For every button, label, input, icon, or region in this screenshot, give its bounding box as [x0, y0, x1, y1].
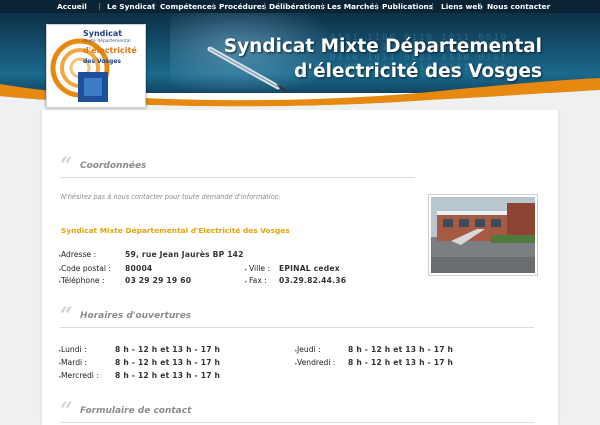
hours-day-label: Mardi :: [61, 358, 88, 367]
section-divider: [60, 177, 415, 178]
logo-text-syndicat: Syndicat: [83, 29, 123, 38]
nav-separator: [154, 3, 155, 10]
nav-separator: [322, 3, 323, 10]
city-label: Ville :: [249, 264, 271, 273]
postal-code-label: Code postal :: [61, 264, 111, 273]
bullet-dot-icon: •: [294, 361, 298, 368]
site-title-line1: Syndicat Mixte Départemental: [223, 36, 542, 57]
address-value: 59, rue Jean Jaurès BP 142: [125, 250, 244, 259]
organization-name: Syndicat Mixte Départemental d'Electrici…: [61, 226, 290, 235]
hours-value: 8 h - 12 h et 13 h - 17 h: [115, 358, 221, 367]
content-panel: “ Coordonnées N'hésitez pas à nous conta…: [42, 93, 558, 425]
building-photo: [428, 194, 538, 276]
phone-value: 03 29 29 19 60: [125, 276, 192, 285]
bullet-dot-icon: •: [244, 267, 248, 274]
hours-day-label: Vendredi :: [297, 358, 336, 367]
nav-item-liens-web[interactable]: Liens web: [441, 0, 483, 13]
hours-day-label: Jeudi :: [297, 345, 321, 354]
nav-separator: [99, 3, 100, 10]
hours-day-label: Mercredi :: [61, 371, 99, 380]
nav-item-les-marches[interactable]: Les Marchés: [327, 0, 379, 13]
fax-label: Fax :: [249, 276, 267, 285]
bullet-dot-icon: •: [58, 253, 62, 260]
bullet-dot-icon: •: [244, 279, 248, 286]
nav-item-nous-contacter[interactable]: Nous contacter: [487, 0, 550, 13]
nav-separator: [264, 3, 265, 10]
nav-item-procedures[interactable]: Procédures: [219, 0, 266, 13]
fax-value: 03.29.82.44.36: [279, 276, 347, 285]
section-title-coordonnees: Coordonnées: [80, 161, 147, 171]
nav-separator: [480, 3, 481, 10]
top-navigation: Accueil Le Syndicat Compétences Procédur…: [0, 0, 600, 13]
section-divider: [60, 422, 534, 423]
nav-item-publications[interactable]: Publications: [382, 0, 433, 13]
opening-quote-icon: “: [60, 398, 73, 424]
nav-item-competences[interactable]: Compétences: [160, 0, 216, 13]
nav-separator: [432, 3, 433, 10]
hours-value: 8 h - 12 h et 13 h - 17 h: [348, 358, 454, 367]
hours-value: 8 h - 12 h et 13 h - 17 h: [348, 345, 454, 354]
nav-separator: [376, 3, 377, 10]
section-title-horaires: Horaires d'ouvertures: [80, 311, 192, 321]
opening-quote-icon: “: [60, 303, 73, 329]
logo-text-vosges: des Vosges: [83, 58, 121, 65]
hours-value: 8 h - 12 h et 13 h - 17 h: [115, 371, 221, 380]
bullet-dot-icon: •: [58, 374, 62, 381]
bullet-dot-icon: •: [58, 267, 62, 274]
bullet-dot-icon: •: [294, 348, 298, 355]
section-divider: [60, 327, 534, 328]
nav-separator: [213, 3, 214, 10]
site-logo[interactable]: Syndicat mixte départemental d'électrici…: [46, 24, 146, 108]
phone-label: Téléphone :: [61, 276, 105, 285]
bullet-dot-icon: •: [58, 361, 62, 368]
nav-item-le-syndicat[interactable]: Le Syndicat: [107, 0, 155, 13]
bullet-dot-icon: •: [58, 348, 62, 355]
opening-quote-icon: “: [60, 153, 73, 179]
section-title-formulaire: Formulaire de contact: [80, 406, 192, 416]
logo-text-mixte: mixte départemental: [83, 39, 131, 44]
bullet-dot-icon: •: [58, 279, 62, 286]
address-label: Adresse :: [61, 250, 97, 259]
postal-code-value: 80004: [125, 264, 153, 273]
building-image: [431, 197, 535, 273]
hours-value: 8 h - 12 h et 13 h - 17 h: [115, 345, 221, 354]
nav-item-accueil[interactable]: Accueil: [57, 0, 87, 13]
contact-intro-text: N'hésitez pas à nous contacter pour tout…: [61, 193, 282, 201]
city-value: EPINAL cedex: [279, 264, 340, 273]
nav-item-deliberations[interactable]: Délibérations: [269, 0, 325, 13]
hours-day-label: Lundi :: [61, 345, 87, 354]
logo-text-electricite: d'électricité: [83, 46, 137, 55]
